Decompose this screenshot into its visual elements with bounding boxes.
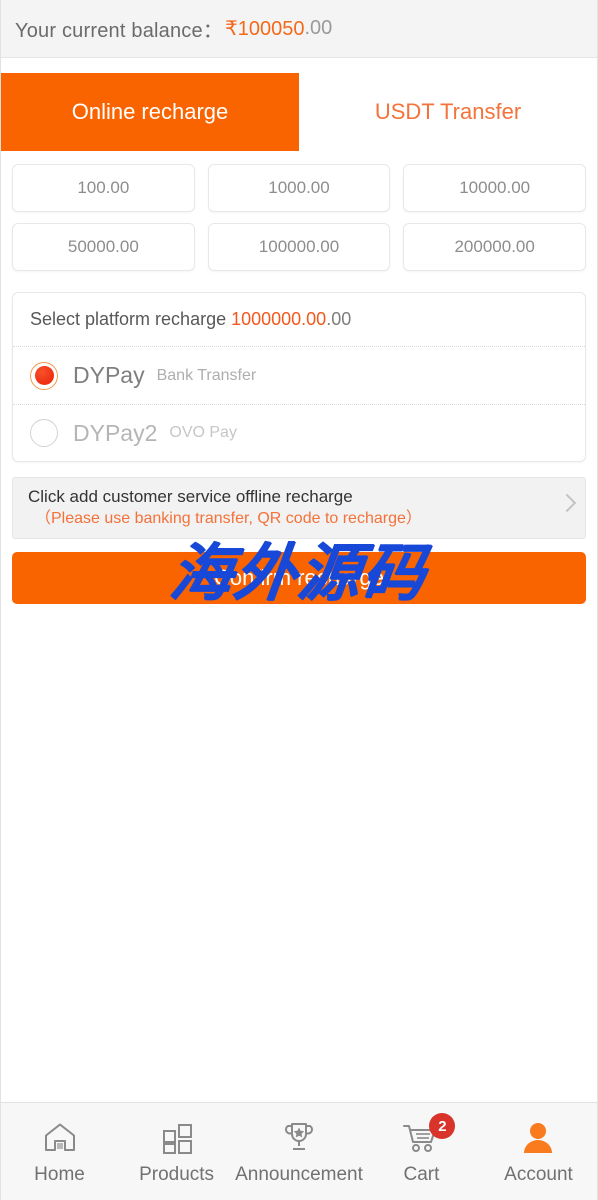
balance-label: Your current balance： xyxy=(15,20,224,42)
pay-method-row-dypay[interactable]: DYPay Bank Transfer xyxy=(13,347,585,404)
offline-recharge-title: Click add customer service offline recha… xyxy=(28,487,353,506)
pay-method-row-dypay2[interactable]: DYPay2 OVO Pay xyxy=(13,404,585,461)
pay-method-desc: Bank Transfer xyxy=(156,366,257,384)
user-icon xyxy=(520,1117,556,1157)
balance-bar: Your current balance： ₹100050 .00 xyxy=(1,0,597,58)
nav-item-cart[interactable]: 2 Cart xyxy=(363,1113,480,1186)
recharge-page: Your current balance： ₹100050 .00 Online… xyxy=(0,0,598,1200)
home-icon xyxy=(42,1117,78,1157)
nav-label: Cart xyxy=(403,1164,440,1185)
platform-heading-amount: 1000000.00 xyxy=(231,309,327,329)
platform-card-heading: Select platform recharge 1000000.00 .00 xyxy=(13,293,585,347)
nav-label: Home xyxy=(34,1164,85,1185)
chevron-right-icon xyxy=(557,493,577,513)
nav-label: Announcement xyxy=(235,1164,363,1185)
radio-selected-icon[interactable] xyxy=(30,361,58,390)
nav-item-announcement[interactable]: Announcement xyxy=(235,1117,363,1186)
nav-label: Products xyxy=(139,1164,215,1185)
offline-recharge-text: Click add customer service offline recha… xyxy=(28,486,422,530)
pay-method-desc: OVO Pay xyxy=(169,424,237,441)
confirm-recharge-button[interactable]: Confirm recharge xyxy=(12,552,586,604)
tab-usdt-transfer[interactable]: USDT Transfer xyxy=(299,73,597,151)
offline-recharge-note: （Please use banking transfer, QR code to… xyxy=(35,510,422,527)
tab-online-recharge[interactable]: Online recharge xyxy=(1,73,299,151)
nav-label: Account xyxy=(504,1164,573,1185)
bottom-navigation-bar: Home Products Announcement 2 Cart Accoun… xyxy=(1,1102,597,1200)
recharge-method-tabs: Online recharge USDT Transfer xyxy=(1,73,597,151)
amount-preset-button[interactable]: 100.00 xyxy=(12,164,195,212)
amount-preset-button[interactable]: 50000.00 xyxy=(12,223,195,271)
platform-heading-amount-cents: .00 xyxy=(326,309,352,329)
pay-method-name: DYPay2 xyxy=(73,419,158,446)
platform-selection-card: Select platform recharge 1000000.00 .00 … xyxy=(12,292,586,462)
nav-item-products[interactable]: Products xyxy=(118,1117,235,1186)
amount-preset-button[interactable]: 100000.00 xyxy=(207,223,391,271)
amount-preset-grid: 100.00 1000.00 10000.00 50000.00 100000.… xyxy=(1,151,597,279)
pay-method-name: DYPay xyxy=(73,362,145,388)
balance-amount-cents: .00 xyxy=(304,17,333,39)
spacer xyxy=(1,58,597,73)
radio-unselected-icon[interactable] xyxy=(30,419,58,447)
offline-recharge-row[interactable]: Click add customer service offline recha… xyxy=(12,477,586,539)
platform-heading-text: Select platform recharge xyxy=(30,309,227,329)
amount-preset-button[interactable]: 10000.00 xyxy=(403,164,586,212)
cart-icon: 2 xyxy=(401,1113,456,1157)
nav-item-home[interactable]: Home xyxy=(1,1117,118,1186)
amount-preset-button[interactable]: 1000.00 xyxy=(207,164,391,212)
amount-preset-button[interactable]: 200000.00 xyxy=(403,223,586,271)
cart-badge: 2 xyxy=(429,1113,456,1139)
trophy-icon xyxy=(281,1117,317,1157)
nav-item-account[interactable]: Account xyxy=(480,1117,597,1186)
balance-amount: ₹100050 xyxy=(225,18,305,40)
grid-icon xyxy=(159,1117,195,1157)
